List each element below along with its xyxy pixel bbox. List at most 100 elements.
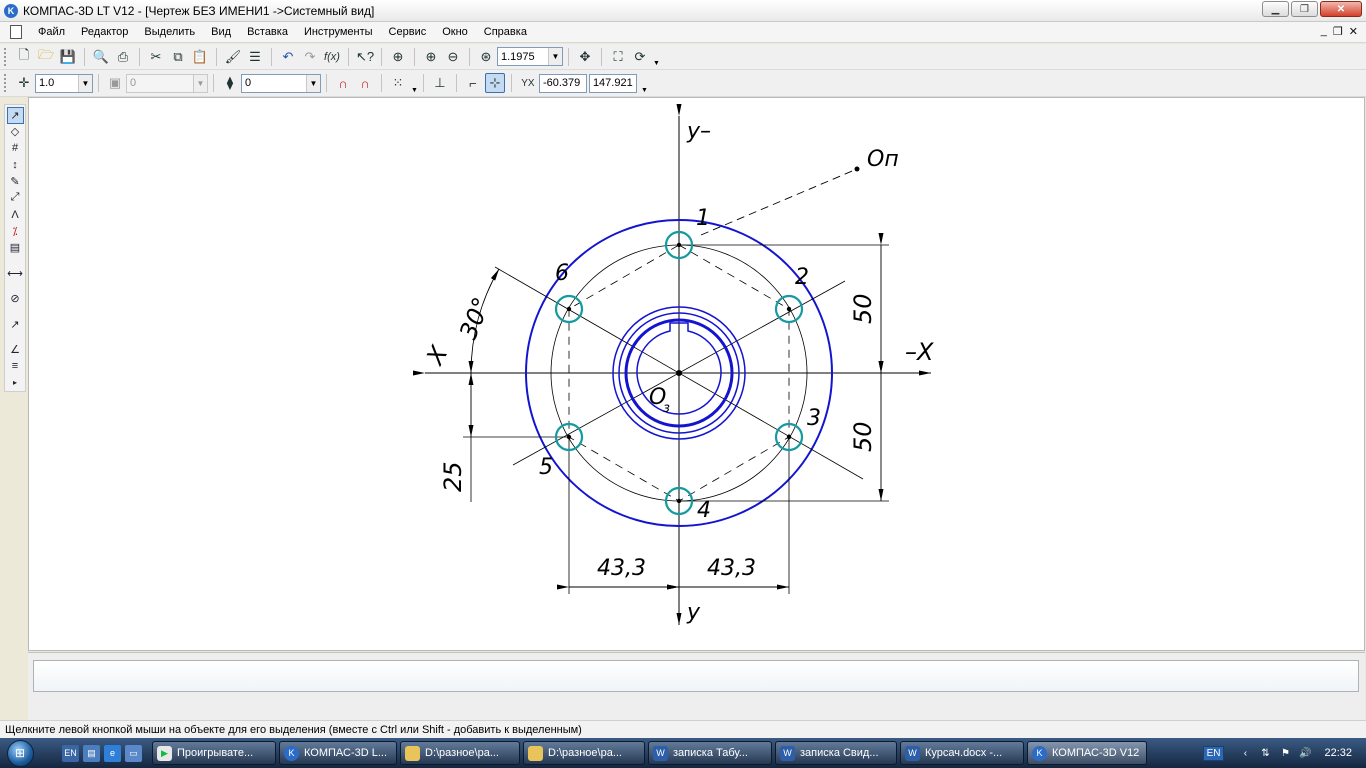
chevron-down-icon[interactable]: ▼ <box>193 74 207 92</box>
redo-icon[interactable]: ↷ <box>300 47 320 67</box>
diameter-dimension-icon[interactable]: ⊘ <box>7 290 24 307</box>
pan-icon[interactable]: ✥ <box>575 47 595 67</box>
round-coords-icon[interactable]: ⊹ <box>484 73 505 93</box>
chevron-down-icon[interactable]: ▼ <box>548 48 562 65</box>
show-all-icon[interactable]: ⛶ <box>608 47 628 67</box>
zoom-combo[interactable]: 1.1975 ▼ <box>497 47 563 66</box>
measure-icon[interactable]: ⁒ <box>7 223 24 240</box>
coord-y-field[interactable]: 147.921 <box>588 73 637 93</box>
doc-restore-icon[interactable]: ❐ <box>1333 25 1343 38</box>
geometry-icon[interactable]: ◇ <box>7 124 24 141</box>
coord-x-field[interactable]: -60.379 <box>538 73 587 93</box>
show-desktop-icon[interactable]: ▭ <box>125 744 142 762</box>
toolbar-grip[interactable] <box>4 47 7 66</box>
edit-icon[interactable]: ⤢ <box>7 190 24 207</box>
parametrization-icon[interactable]: Λ <box>7 206 24 223</box>
zoom-scale-icon[interactable]: ⊛ <box>476 47 496 67</box>
document-icon[interactable] <box>10 25 22 39</box>
task-word-2[interactable]: W записка Свид... <box>775 741 897 765</box>
task-media-player[interactable]: ▶ Проигрывате... <box>152 741 276 765</box>
layer-state-icon[interactable]: ▣ <box>105 73 125 93</box>
open-folder-icon[interactable]: 🗁 <box>36 47 56 67</box>
undo-icon[interactable]: ↶ <box>278 47 298 67</box>
task-kompas-lt[interactable]: K КОМПАС-3D L... <box>279 741 397 765</box>
grid-icon[interactable]: ⁙ <box>388 73 408 93</box>
layer-combo[interactable]: 0 ▼ <box>241 73 321 93</box>
toolbar-overflow-icon[interactable]: ▼ <box>653 60 660 67</box>
cursor-step-icon[interactable]: ✛ <box>14 73 34 93</box>
volume-icon[interactable]: 🔊 <box>1298 746 1312 760</box>
task-label: записка Табу... <box>673 747 748 759</box>
zoom-out-icon[interactable]: ⊖ <box>443 47 463 67</box>
internet-explorer-icon[interactable]: e <box>104 744 121 762</box>
local-snap-icon[interactable]: ∩ <box>355 73 375 93</box>
task-folder-1[interactable]: D:\разное\ра... <box>400 741 520 765</box>
task-folder-2[interactable]: D:\разное\ра... <box>523 741 645 765</box>
selection-icon[interactable]: ▤ <box>7 239 24 256</box>
doc-close-icon[interactable]: ✕ <box>1349 25 1358 38</box>
language-bar-icon[interactable]: EN <box>62 744 79 762</box>
property-panel[interactable] <box>33 660 1359 692</box>
zoom-in-window-icon[interactable]: ⊕ <box>388 47 408 67</box>
grid-snap-icon[interactable]: # <box>7 140 24 157</box>
layers-icon[interactable]: ⧫ <box>220 73 240 93</box>
zoom-in-icon[interactable]: ⊕ <box>421 47 441 67</box>
save-icon[interactable]: 💾 <box>58 47 78 67</box>
format-brush-icon[interactable]: 🖌 <box>223 47 243 67</box>
state-combo[interactable]: 0 ▼ <box>126 73 208 93</box>
help-pointer-icon[interactable]: ↖? <box>355 47 375 67</box>
cut-icon[interactable]: ✂ <box>146 47 166 67</box>
print-preview-icon[interactable]: 🔍 <box>91 47 111 67</box>
properties-icon[interactable]: ☰ <box>245 47 265 67</box>
flag-icon[interactable]: ⚑ <box>1278 746 1292 760</box>
menu-select[interactable]: Выделить <box>136 26 203 38</box>
toolbar-grip[interactable] <box>4 74 7 92</box>
step-combo[interactable]: 1.0 ▼ <box>35 73 93 93</box>
snap-magnet-icon[interactable]: ∩ <box>333 73 353 93</box>
more-tools-icon[interactable]: ▸ <box>7 374 24 391</box>
linear-dimension-icon[interactable]: ⟷ <box>7 265 24 282</box>
dimensions-icon[interactable]: ↕ <box>7 157 24 174</box>
copy-icon[interactable]: ⧉ <box>168 47 188 67</box>
clock[interactable]: 22:32 <box>1324 747 1352 759</box>
notation-icon[interactable]: ✎ <box>7 173 24 190</box>
task-kompas-v12[interactable]: K КОМПАС-3D V12 <box>1027 741 1147 765</box>
drawing-canvas[interactable]: y– –X X y Оп О з 30° 50 50 25 43,3 43,3 … <box>28 97 1365 651</box>
standard-toolbar: 🗋 🗁 💾 🔍 ⎙ ✂ ⧉ 📋 🖌 ☰ ↶ ↷ f(x) ↖? ⊕ ⊕ ⊖ ⊛ … <box>0 44 1366 70</box>
doc-minimize-icon[interactable]: _ <box>1321 25 1327 38</box>
network-icon[interactable]: ⇅ <box>1258 746 1272 760</box>
paste-icon[interactable]: 📋 <box>190 47 210 67</box>
desktop-icon[interactable]: ▤ <box>83 744 100 762</box>
refresh-icon[interactable]: ⟳ <box>630 47 650 67</box>
input-language-indicator[interactable]: EN <box>1202 745 1225 761</box>
radial-dimension-icon[interactable]: ↗ <box>7 316 24 333</box>
variables-fx-icon[interactable]: f(x) <box>322 47 342 67</box>
local-cs-icon[interactable]: ⊥ <box>430 73 450 93</box>
menu-view[interactable]: Вид <box>203 26 239 38</box>
chevron-down-icon[interactable]: ▼ <box>306 74 320 92</box>
angular-dimension-icon[interactable]: ∠ <box>7 341 24 358</box>
start-button[interactable]: ⊞ <box>0 738 40 768</box>
menu-file[interactable]: Файл <box>30 26 73 38</box>
select-tool-icon[interactable]: ↗ <box>6 107 24 124</box>
menu-window[interactable]: Окно <box>434 26 476 38</box>
menu-service[interactable]: Сервис <box>381 26 435 38</box>
menu-help[interactable]: Справка <box>476 26 535 38</box>
ortho-mode-icon[interactable]: ⌐ <box>463 73 483 93</box>
menu-tools[interactable]: Инструменты <box>296 26 381 38</box>
new-document-icon[interactable]: 🗋 <box>14 47 34 67</box>
grid-dropdown-icon[interactable]: ▼ <box>411 87 418 94</box>
close-button[interactable]: ✕ <box>1320 1 1362 17</box>
task-word-1[interactable]: W записка Табу... <box>648 741 772 765</box>
roughness-icon[interactable]: ≡ <box>7 358 24 375</box>
task-word-3[interactable]: W Курсач.docx -... <box>900 741 1024 765</box>
minimize-button[interactable]: ▁ <box>1262 1 1289 17</box>
menu-insert[interactable]: Вставка <box>239 26 296 38</box>
tray-expand-icon[interactable]: ‹ <box>1238 746 1252 760</box>
chevron-down-icon[interactable]: ▼ <box>78 74 92 92</box>
toolbar-overflow-icon[interactable]: ▼ <box>641 87 648 94</box>
restore-button[interactable]: ❐ <box>1291 1 1318 17</box>
menu-editor[interactable]: Редактор <box>73 26 136 38</box>
kompas-app-icon[interactable]: K <box>4 3 18 18</box>
print-icon[interactable]: ⎙ <box>113 47 133 67</box>
